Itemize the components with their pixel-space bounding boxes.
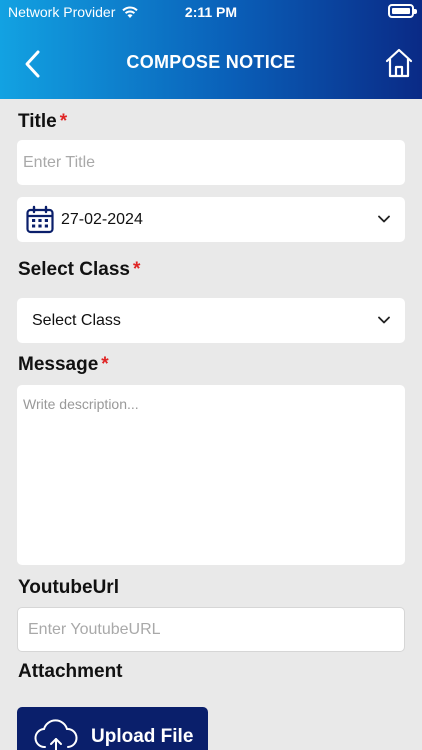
required-marker: *	[59, 111, 68, 132]
required-marker: *	[132, 259, 141, 280]
cloud-upload-icon	[34, 719, 78, 750]
status-bar: Network Provider 2:11 PM	[0, 0, 422, 24]
required-marker: *	[101, 354, 109, 375]
youtube-placeholder: Enter YoutubeURL	[28, 620, 161, 638]
title-placeholder: Enter Title	[23, 153, 96, 171]
youtube-url-input[interactable]: Enter YoutubeURL	[17, 607, 405, 652]
app-header: Network Provider 2:11 PM COMPOSE NOTICE	[0, 0, 422, 99]
class-label-text: Select Class	[18, 259, 130, 280]
class-select[interactable]: Select Class	[17, 298, 405, 343]
chevron-down-icon	[378, 316, 390, 324]
calendar-icon	[26, 205, 54, 233]
chevron-down-icon	[378, 215, 390, 223]
home-icon	[385, 48, 413, 78]
message-textarea[interactable]: Write description...	[17, 385, 405, 565]
title-label-text: Title	[18, 111, 57, 132]
date-value: 27-02-2024	[61, 210, 143, 228]
home-button[interactable]	[384, 46, 414, 80]
message-label: Message *	[18, 354, 109, 376]
upload-file-label: Upload File	[91, 726, 194, 747]
status-time: 2:11 PM	[184, 4, 238, 20]
message-placeholder: Write description...	[23, 396, 139, 412]
title-input[interactable]: Enter Title	[17, 140, 405, 185]
page-title: COMPOSE NOTICE	[126, 52, 296, 72]
youtube-label: YoutubeUrl	[18, 577, 119, 598]
battery-icon	[388, 4, 417, 18]
class-label: Select Class *	[18, 259, 140, 281]
upload-file-button[interactable]: Upload File	[17, 707, 208, 750]
class-select-value: Select Class	[32, 311, 121, 329]
date-picker[interactable]: 27-02-2024	[17, 197, 405, 242]
message-label-text: Message	[18, 354, 99, 375]
title-label: Title *	[18, 111, 67, 133]
attachment-label: Attachment	[18, 661, 123, 682]
